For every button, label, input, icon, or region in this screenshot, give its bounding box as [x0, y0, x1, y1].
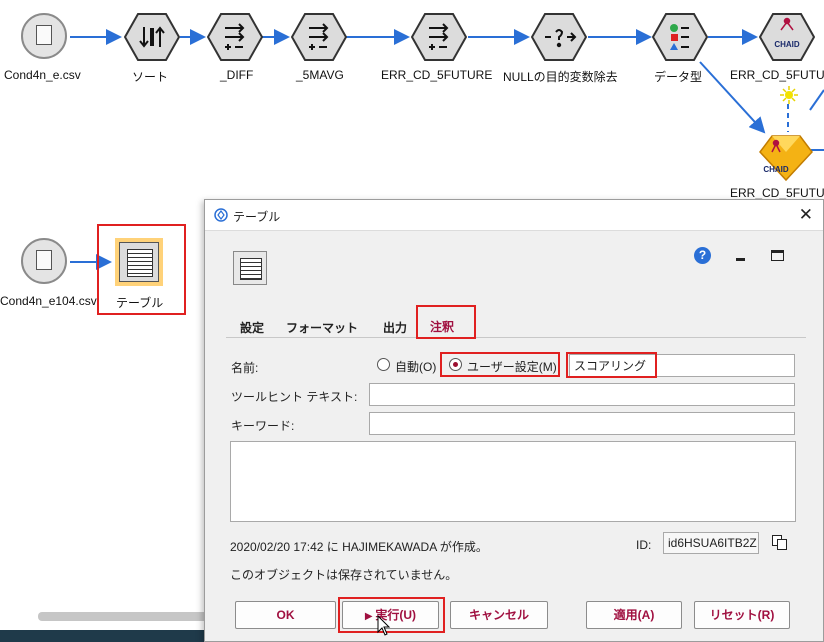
tab-output[interactable]: 出力 — [383, 319, 407, 336]
radio-auto[interactable] — [377, 358, 390, 371]
node-label: ソート — [132, 70, 169, 84]
node-label: Cond4n_e.csv — [4, 68, 81, 82]
node-label: データ型 — [654, 70, 703, 84]
derive-diff-node[interactable] — [207, 12, 263, 62]
cancel-button[interactable]: キャンセル — [450, 601, 548, 629]
taskbar-strip — [0, 630, 208, 642]
highlight-name-input — [566, 352, 657, 378]
minimize-icon[interactable] — [736, 258, 745, 261]
node-label: ERR_CD_5FUTU — [730, 186, 824, 200]
ok-button[interactable]: OK — [235, 601, 336, 629]
dialog-titlebar[interactable]: テーブル ✕ — [205, 200, 823, 231]
derive-err-cd-node[interactable] — [411, 12, 467, 62]
node-label: _DIFF — [220, 68, 254, 82]
select-null-node[interactable] — [531, 12, 587, 62]
tab-format[interactable]: フォーマット — [286, 319, 358, 336]
tooltip-label: ツールヒント テキスト: — [231, 390, 358, 404]
document-icon — [36, 250, 52, 270]
node-label: ERR_CD_5FUTURE — [381, 68, 493, 82]
node-label: NULLの目的変数除去 — [503, 70, 618, 84]
id-value: id6HSUA6ITB2Z — [668, 536, 757, 550]
tab-divider — [226, 337, 806, 338]
dialog-title: テーブル — [233, 210, 281, 224]
chaid-badge-text: CHAID — [763, 165, 789, 174]
node-label: Cond4n_e104.csv — [0, 294, 97, 308]
model-nugget-node[interactable]: CHAID — [758, 132, 814, 182]
node-label: テーブル — [116, 296, 164, 310]
play-icon: ▶ — [364, 611, 376, 622]
annotation-textarea[interactable] — [230, 441, 796, 522]
not-saved-text: このオブジェクトは保存されていません。 — [230, 568, 458, 582]
radio-auto-label: 自動(O) — [395, 360, 437, 374]
chaid-badge-text: CHAID — [774, 40, 800, 49]
node-label: _5MAVG — [296, 68, 344, 82]
mouse-cursor-icon — [377, 615, 391, 636]
close-icon[interactable]: ✕ — [799, 205, 813, 225]
chaid-model-node[interactable]: CHAID — [759, 12, 815, 62]
created-info: 2020/02/20 17:42 に HAJIMEKAWADA が作成。 — [230, 540, 488, 554]
star-icon — [780, 86, 798, 104]
document-icon — [36, 25, 52, 45]
table-node-icon — [233, 251, 267, 285]
id-label: ID: — [636, 538, 652, 552]
source-node-cond4n-e104[interactable] — [21, 238, 67, 284]
id-field[interactable]: id6HSUA6ITB2Z — [663, 532, 759, 554]
sort-node[interactable] — [124, 12, 180, 62]
help-icon[interactable]: ? — [694, 247, 711, 264]
tooltip-input[interactable] — [369, 383, 795, 406]
sort-icon — [139, 26, 165, 48]
table-node[interactable] — [115, 238, 163, 286]
table-icon — [240, 258, 262, 280]
copy-icon[interactable] — [772, 535, 788, 551]
table-icon — [119, 242, 159, 282]
source-node-cond4n-e[interactable] — [21, 13, 67, 59]
name-label: 名前: — [231, 361, 259, 375]
tab-settings[interactable]: 設定 — [240, 319, 264, 336]
radio-custom-label: ユーザー設定(M) — [467, 360, 557, 374]
horizontal-scrollbar[interactable] — [38, 612, 208, 621]
keyword-input[interactable] — [369, 412, 795, 435]
derive-5mavg-node[interactable] — [291, 12, 347, 62]
radio-custom[interactable] — [449, 358, 462, 371]
keyword-label: キーワード: — [231, 419, 295, 433]
app-icon — [214, 208, 228, 222]
tab-annotation-active[interactable]: 注釈 — [416, 305, 476, 339]
apply-button[interactable]: 適用(A) — [586, 601, 682, 629]
type-node[interactable] — [652, 12, 708, 62]
node-label: ERR_CD_5FUTU — [730, 68, 824, 82]
reset-button[interactable]: リセット(R) — [694, 601, 790, 629]
maximize-icon[interactable] — [771, 250, 784, 261]
tab-annotation-label: 注釈 — [430, 320, 455, 334]
